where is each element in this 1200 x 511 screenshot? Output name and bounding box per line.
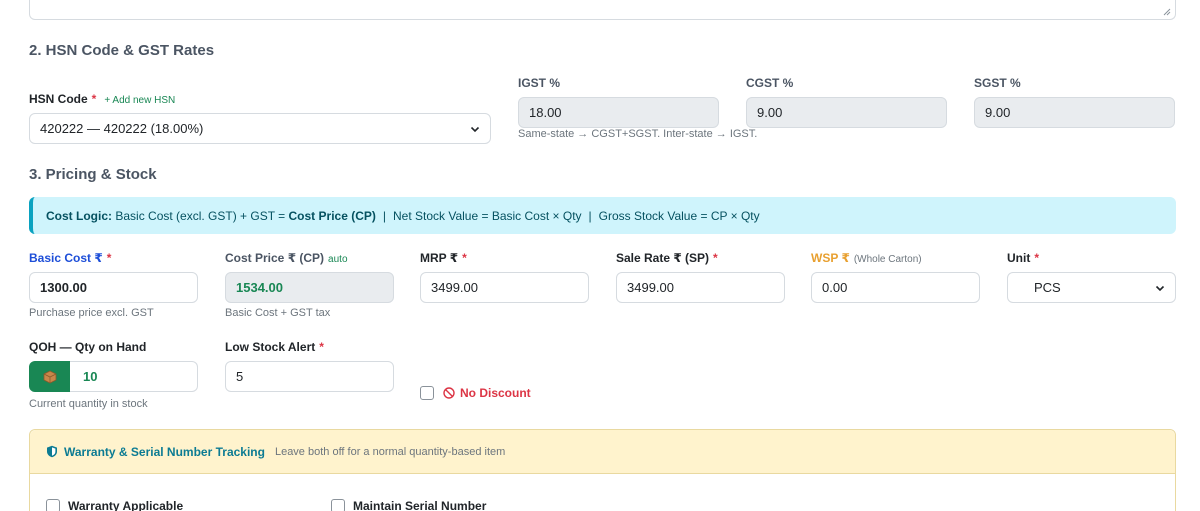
- add-hsn-link[interactable]: + Add new HSN: [104, 95, 175, 106]
- mrp-input[interactable]: 3499.00: [420, 272, 589, 303]
- hsn-selected-value: 420222 — 420222 (18.00%): [40, 121, 204, 136]
- sale-rate-label: Sale Rate ₹ (SP): [616, 251, 710, 265]
- unit-label: Unit: [1007, 251, 1031, 265]
- sale-rate-input[interactable]: 3499.00: [616, 272, 785, 303]
- required-mark: *: [106, 251, 112, 265]
- section-title-pricing: 3. Pricing & Stock: [29, 166, 157, 183]
- section-title-hsn: 2. HSN Code & GST Rates: [29, 42, 215, 59]
- gst-note: Same-state → CGST+SGST. Inter-state → IG…: [518, 128, 758, 140]
- qoh-input[interactable]: 10: [70, 361, 198, 392]
- mrp-label: MRP ₹: [420, 251, 459, 265]
- divider: |: [382, 208, 386, 223]
- hsn-label-row: HSN Code * + Add new HSN: [29, 92, 175, 106]
- no-discount-row: No Discount: [420, 386, 531, 400]
- igst-label: IGST %: [518, 76, 561, 90]
- cost-price-hint: Basic Cost + GST tax: [225, 307, 331, 319]
- shield-icon: [47, 445, 57, 458]
- no-discount-label-wrap[interactable]: No Discount: [443, 386, 531, 400]
- hsn-label: HSN Code: [29, 92, 88, 106]
- cgst-label: CGST %: [746, 76, 794, 90]
- basic-cost-label-row: Basic Cost ₹ *: [29, 251, 111, 265]
- warranty-applicable-checkbox[interactable]: [46, 499, 60, 511]
- igst-input[interactable]: 18.00: [518, 97, 719, 128]
- chevron-down-icon: [470, 126, 480, 132]
- resize-handle-icon[interactable]: [1163, 8, 1171, 16]
- sale-rate-label-row: Sale Rate ₹ (SP) *: [616, 251, 718, 265]
- cost-price-label: Cost Price ₹ (CP): [225, 251, 325, 265]
- no-discount-label: No Discount: [460, 386, 531, 400]
- divider: |: [588, 208, 592, 223]
- maintain-serial-checkbox[interactable]: [331, 499, 345, 511]
- required-mark: *: [462, 251, 467, 265]
- warranty-title: Warranty & Serial Number Tracking: [64, 444, 265, 459]
- cost-price-label-row: Cost Price ₹ (CP) auto: [225, 251, 348, 265]
- cost-logic-alert: Cost Logic: Basic Cost (excl. GST) + GST…: [29, 197, 1176, 234]
- warranty-subtitle: Leave both off for a normal quantity-bas…: [274, 445, 506, 458]
- cgst-input[interactable]: 9.00: [746, 97, 947, 128]
- chevron-down-icon: [1155, 285, 1165, 291]
- ban-icon: [443, 387, 455, 399]
- maintain-serial-label[interactable]: Maintain Serial Number: [353, 499, 486, 511]
- qoh-hint: Current quantity in stock: [29, 398, 148, 410]
- auto-tag: auto: [328, 254, 348, 265]
- wsp-label: WSP ₹: [811, 251, 850, 265]
- warranty-card-header: Warranty & Serial Number Tracking Leave …: [30, 430, 1175, 474]
- sgst-label: SGST %: [974, 76, 1021, 90]
- mrp-label-row: MRP ₹ *: [420, 251, 467, 265]
- cost-logic-part3: Gross Stock Value = CP × Qty: [598, 208, 760, 223]
- hsn-select[interactable]: 420222 — 420222 (18.00%): [29, 113, 491, 144]
- basic-cost-input[interactable]: 1300.00: [29, 272, 198, 303]
- low-stock-label-row: Low Stock Alert *: [225, 340, 324, 354]
- unit-select[interactable]: PCS: [1007, 272, 1176, 303]
- cost-logic-part2: Net Stock Value = Basic Cost × Qty: [393, 208, 582, 223]
- required-mark: *: [713, 251, 718, 265]
- low-stock-label: Low Stock Alert: [225, 340, 316, 354]
- cost-logic-part1: Basic Cost (excl. GST) + GST =: [115, 208, 286, 223]
- unit-selected-value: PCS: [1034, 280, 1061, 295]
- wsp-input[interactable]: 0.00: [811, 272, 980, 303]
- required-mark: *: [319, 340, 324, 354]
- wsp-label-row: WSP ₹ (Whole Carton): [811, 251, 922, 265]
- qoh-label: QOH — Qty on Hand: [29, 340, 147, 354]
- cost-logic-prefix: Cost Logic:: [46, 208, 112, 223]
- cost-price-input[interactable]: 1534.00: [225, 272, 394, 303]
- basic-cost-hint: Purchase price excl. GST: [29, 307, 154, 319]
- no-discount-checkbox[interactable]: [420, 386, 434, 400]
- warranty-applicable-row[interactable]: Warranty Applicable: [46, 499, 183, 511]
- required-mark: *: [1034, 251, 1039, 265]
- low-stock-input[interactable]: 5: [225, 361, 394, 392]
- required-mark: *: [91, 92, 97, 106]
- wsp-tag: (Whole Carton): [853, 254, 922, 265]
- package-icon: [43, 370, 56, 383]
- description-textarea[interactable]: [29, 0, 1176, 20]
- warranty-applicable-label[interactable]: Warranty Applicable: [68, 499, 183, 511]
- qoh-addon: [29, 361, 70, 392]
- maintain-serial-row[interactable]: Maintain Serial Number: [331, 499, 486, 511]
- warranty-card: Warranty & Serial Number Tracking Leave …: [29, 429, 1176, 511]
- unit-label-row: Unit *: [1007, 251, 1039, 265]
- cost-logic-part1-bold: Cost Price (CP): [288, 208, 376, 223]
- sgst-input[interactable]: 9.00: [974, 97, 1175, 128]
- basic-cost-label: Basic Cost ₹: [29, 251, 103, 265]
